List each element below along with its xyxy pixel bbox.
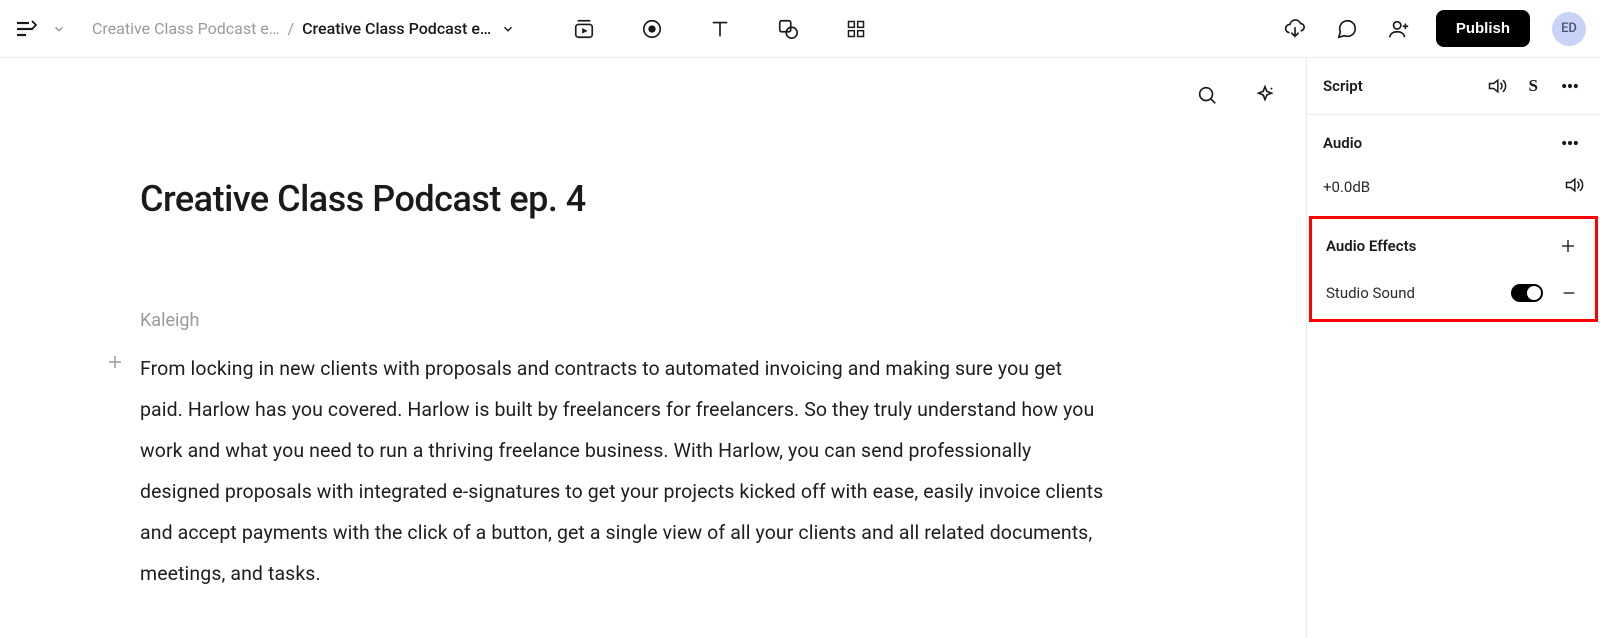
- top-toolbar: Creative Class Podcast e… / Creative Cla…: [0, 0, 1600, 58]
- search-icon[interactable]: [1192, 80, 1222, 110]
- text-icon[interactable]: [705, 14, 735, 44]
- side-panel: Script S Audio: [1306, 58, 1600, 638]
- workspace-dropdown-button[interactable]: [48, 18, 70, 40]
- gain-value: +0.0dB: [1323, 178, 1370, 196]
- breadcrumb-separator: /: [283, 19, 298, 38]
- gain-row[interactable]: +0.0dB: [1307, 163, 1600, 218]
- sparkle-icon[interactable]: [1250, 80, 1280, 110]
- audio-section-header: Audio: [1307, 115, 1600, 163]
- main-layout: Creative Class Podcast ep. 4 Kaleigh Fro…: [0, 58, 1600, 638]
- document: Creative Class Podcast ep. 4 Kaleigh Fro…: [0, 58, 1306, 635]
- speaker-icon[interactable]: [1483, 72, 1511, 100]
- topbar-right-group: Publish ED: [1280, 10, 1586, 47]
- audio-effects-header: Audio Effects: [1312, 219, 1595, 273]
- app-logo-icon[interactable]: [14, 17, 38, 41]
- center-tool-group: [569, 14, 871, 44]
- publish-button[interactable]: Publish: [1436, 10, 1530, 47]
- volume-icon[interactable]: [1564, 175, 1584, 199]
- cloud-sync-icon[interactable]: [1280, 14, 1310, 44]
- breadcrumb-parent[interactable]: Creative Class Podcast e…: [92, 19, 279, 38]
- video-icon[interactable]: [569, 14, 599, 44]
- speaker-label[interactable]: Kaleigh: [140, 310, 1106, 331]
- editor-toolbar: [1192, 80, 1280, 110]
- breadcrumb-dropdown-button[interactable]: [497, 18, 519, 40]
- record-icon[interactable]: [637, 14, 667, 44]
- script-label: Script: [1323, 77, 1363, 95]
- audio-effects-highlight: Audio Effects Studio Sound: [1309, 216, 1598, 322]
- user-avatar[interactable]: ED: [1552, 12, 1586, 46]
- remove-effect-button[interactable]: [1557, 281, 1581, 305]
- studio-sound-label: Studio Sound: [1326, 284, 1415, 302]
- script-panel-header: Script S: [1307, 58, 1600, 115]
- studio-sound-row: Studio Sound: [1312, 273, 1595, 319]
- strikethrough-icon[interactable]: S: [1529, 76, 1538, 96]
- audio-label: Audio: [1323, 134, 1362, 152]
- add-person-icon[interactable]: [1384, 14, 1414, 44]
- breadcrumb-parent-label: Creative Class Podcast e…: [92, 19, 279, 38]
- add-effect-button[interactable]: [1555, 233, 1581, 259]
- breadcrumb-current[interactable]: Creative Class Podcast e…: [302, 18, 519, 40]
- audio-more-icon[interactable]: [1556, 129, 1584, 157]
- paragraph-block: From locking in new clients with proposa…: [140, 349, 1106, 595]
- breadcrumb: Creative Class Podcast e… / Creative Cla…: [92, 18, 519, 40]
- audio-effects-label: Audio Effects: [1326, 237, 1416, 255]
- apps-grid-icon[interactable]: [841, 14, 871, 44]
- more-options-icon[interactable]: [1556, 72, 1584, 100]
- editor-area: Creative Class Podcast ep. 4 Kaleigh Fro…: [0, 58, 1306, 638]
- add-block-button[interactable]: [104, 351, 126, 373]
- document-title[interactable]: Creative Class Podcast ep. 4: [140, 178, 1106, 220]
- chat-icon[interactable]: [1332, 14, 1362, 44]
- breadcrumb-current-label: Creative Class Podcast e…: [302, 19, 491, 38]
- shapes-icon[interactable]: [773, 14, 803, 44]
- studio-sound-toggle[interactable]: [1511, 284, 1543, 302]
- transcript-paragraph[interactable]: From locking in new clients with proposa…: [140, 349, 1106, 595]
